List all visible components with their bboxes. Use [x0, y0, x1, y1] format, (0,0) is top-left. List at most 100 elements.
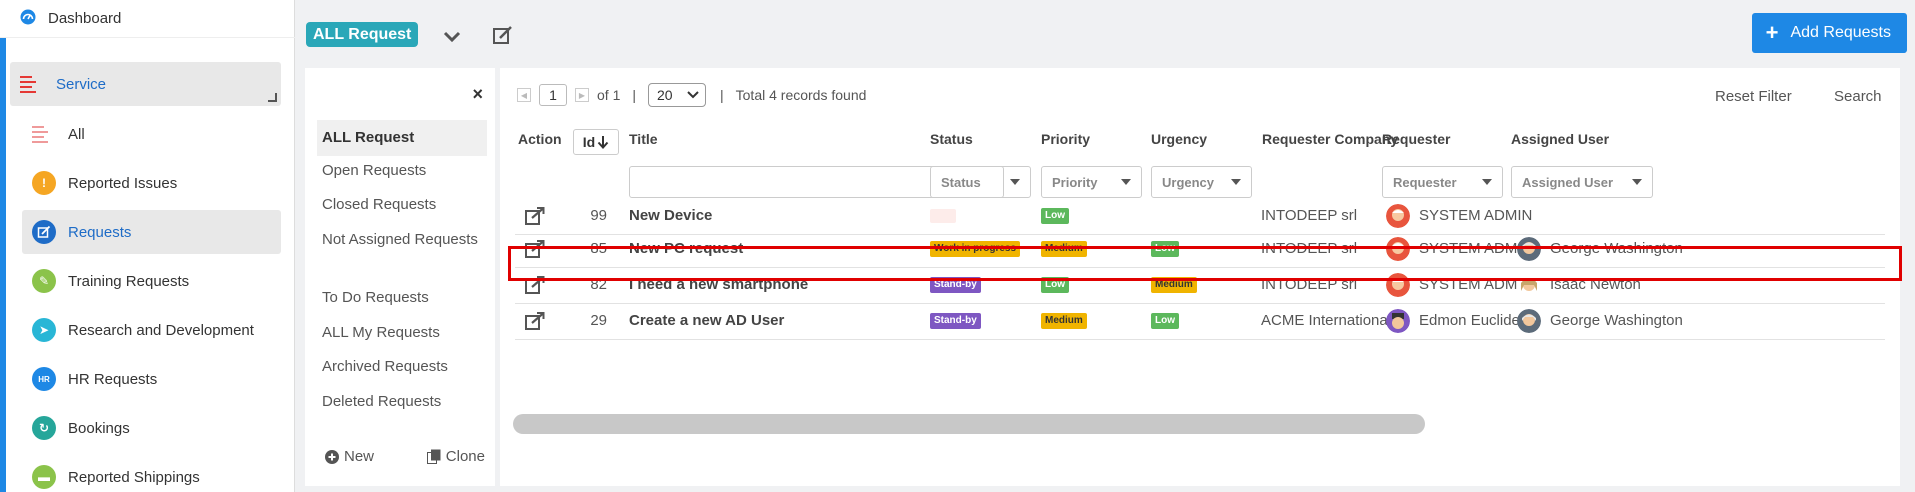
- open-external-icon[interactable]: [525, 302, 545, 339]
- avatar: [1386, 203, 1410, 228]
- requester-company: INTODEEP srl: [1261, 276, 1358, 293]
- sidebar-item-bookings[interactable]: ↻ Bookings: [22, 406, 281, 450]
- booking-icon: ↻: [32, 416, 56, 440]
- first-page-icon[interactable]: ◀: [517, 88, 531, 102]
- request-title[interactable]: I need a new smartphone: [629, 266, 808, 303]
- reset-filter-button[interactable]: Reset Filter: [1715, 88, 1792, 105]
- sidebar-item-reported-issues[interactable]: ! Reported Issues: [22, 161, 281, 205]
- sidebar-item-research-and-development[interactable]: ➤ Research and Development: [22, 308, 281, 352]
- view-badge[interactable]: ALL Request: [306, 22, 419, 47]
- caret-down-icon: [1482, 179, 1492, 185]
- sidebar-item-requests[interactable]: Requests: [22, 210, 281, 254]
- close-icon[interactable]: ×: [472, 84, 483, 105]
- records-count: Total 4 records found: [735, 87, 867, 103]
- priority-badge: Medium: [1041, 312, 1087, 329]
- service-label: Service: [56, 75, 107, 93]
- request-title[interactable]: Create a new AD User: [629, 302, 784, 339]
- assigned-user-name: Isaac Newton: [1550, 276, 1641, 293]
- sidebar-item-dashboard[interactable]: Dashboard: [0, 0, 295, 38]
- requester-name: SYSTEM ADMIN: [1419, 276, 1533, 293]
- sidebar-item-all[interactable]: All: [22, 112, 281, 156]
- copy-icon: [426, 449, 441, 464]
- request-id: 29: [590, 312, 607, 329]
- filter-to-do-requests[interactable]: To Do Requests: [317, 287, 487, 309]
- training-icon: ✎: [32, 269, 56, 293]
- column-header-title[interactable]: Title: [629, 131, 658, 147]
- table-row[interactable]: 82 I need a new smartphone Stand-by Low Medi…: [515, 266, 1885, 304]
- add-requests-button[interactable]: + Add Requests: [1751, 13, 1907, 53]
- filter-open-requests[interactable]: Open Requests: [317, 160, 487, 182]
- column-header-requester[interactable]: Requester: [1382, 131, 1450, 147]
- open-external-icon[interactable]: [525, 230, 545, 267]
- priority-filter-select[interactable]: Priority: [1041, 166, 1142, 198]
- page-header: ALL Request + Add Requests: [296, 0, 1915, 66]
- column-header-assigned[interactable]: Assigned User: [1511, 131, 1609, 147]
- urgency-filter-select[interactable]: Urgency: [1151, 166, 1252, 198]
- caret-down-icon: [1632, 179, 1642, 185]
- requester-company: ACME International: [1261, 312, 1392, 329]
- request-title[interactable]: New Device: [629, 197, 712, 234]
- filter-archived-requests[interactable]: Archived Requests: [317, 356, 487, 378]
- sidebar-item-reported-shippings[interactable]: ▬ Reported Shippings: [22, 455, 281, 492]
- status-badge: Stand-by: [930, 312, 981, 329]
- requester-company: INTODEEP srl: [1261, 207, 1358, 224]
- sidebar-item-label: Bookings: [68, 419, 130, 437]
- clone-filter-button[interactable]: Clone: [426, 448, 485, 465]
- column-header-id[interactable]: Id: [573, 129, 619, 155]
- pager-separator: |: [632, 87, 636, 103]
- caret-down-icon: [1010, 179, 1020, 185]
- request-title[interactable]: New PC request: [629, 230, 743, 267]
- chevron-down-icon[interactable]: [442, 26, 462, 46]
- filter-panel-footer: New Clone: [325, 448, 485, 465]
- sidebar-item-label: All: [68, 125, 85, 143]
- column-header-company[interactable]: Requester Company: [1262, 131, 1398, 147]
- requester-filter-select[interactable]: Requester: [1382, 166, 1503, 198]
- id-header-label: Id: [582, 134, 596, 150]
- assigned-filter-select[interactable]: Assigned User: [1511, 166, 1653, 198]
- sidebar-item-label: HR Requests: [68, 370, 158, 388]
- sidebar: Dashboard Service All ! Reported Issues …: [0, 0, 295, 492]
- column-header-priority[interactable]: Priority: [1041, 131, 1090, 147]
- sort-down-arrow-icon: [597, 136, 609, 149]
- sidebar-item-label: Reported Shippings: [68, 468, 200, 486]
- sidebar-item-training-requests[interactable]: ✎ Training Requests: [22, 259, 281, 303]
- status-filter-select[interactable]: Status: [930, 166, 1031, 198]
- open-external-icon[interactable]: [525, 197, 545, 234]
- edit-view-icon[interactable]: [492, 24, 514, 46]
- list-icon: [32, 125, 56, 143]
- requester-name: Edmon Euclide: [1419, 312, 1520, 329]
- plus-circle-icon: [325, 449, 339, 464]
- avatar: [1517, 308, 1541, 333]
- resize-handle-icon[interactable]: [268, 93, 277, 102]
- hr-icon: HR: [32, 367, 56, 391]
- caret-down-icon: [1231, 179, 1241, 185]
- column-header-status[interactable]: Status: [930, 131, 973, 147]
- page-number-input[interactable]: 1: [539, 84, 567, 106]
- table-row[interactable]: 85 New PC request Work in progress Medium Lo…: [515, 230, 1885, 268]
- urgency-badge: Low: [1151, 240, 1179, 257]
- filter-not-assigned-requests[interactable]: Not Assigned Requests: [317, 229, 487, 251]
- sidebar-item-label: Research and Development: [68, 321, 254, 339]
- page-size-select[interactable]: 20: [648, 83, 706, 107]
- column-header-urgency[interactable]: Urgency: [1151, 131, 1207, 147]
- horizontal-scrollbar[interactable]: [513, 414, 1425, 434]
- filter-all-request[interactable]: ALL Request: [317, 120, 487, 156]
- sidebar-item-hr-requests[interactable]: HR HR Requests: [22, 357, 281, 401]
- avatar: [1517, 236, 1541, 261]
- request-id: 99: [590, 207, 607, 224]
- request-id: 82: [590, 276, 607, 293]
- filter-deleted-requests[interactable]: Deleted Requests: [317, 391, 487, 413]
- chevron-down-icon: [687, 91, 699, 99]
- new-filter-button[interactable]: New: [325, 448, 374, 465]
- table-row[interactable]: 29 Create a new AD User Stand-by Medium Low A…: [515, 302, 1885, 340]
- column-header-action: Action: [518, 131, 562, 147]
- sidebar-item-service[interactable]: Service: [10, 62, 281, 106]
- open-external-icon[interactable]: [525, 266, 545, 303]
- search-button[interactable]: Search: [1834, 88, 1882, 105]
- priority-badge: Low: [1041, 276, 1069, 293]
- sidebar-item-label: Training Requests: [68, 272, 190, 290]
- filter-all-my-requests[interactable]: ALL My Requests: [317, 322, 487, 344]
- add-requests-label: Add Requests: [1790, 24, 1891, 41]
- filter-closed-requests[interactable]: Closed Requests: [317, 194, 487, 216]
- next-page-icon[interactable]: ▶: [575, 88, 589, 102]
